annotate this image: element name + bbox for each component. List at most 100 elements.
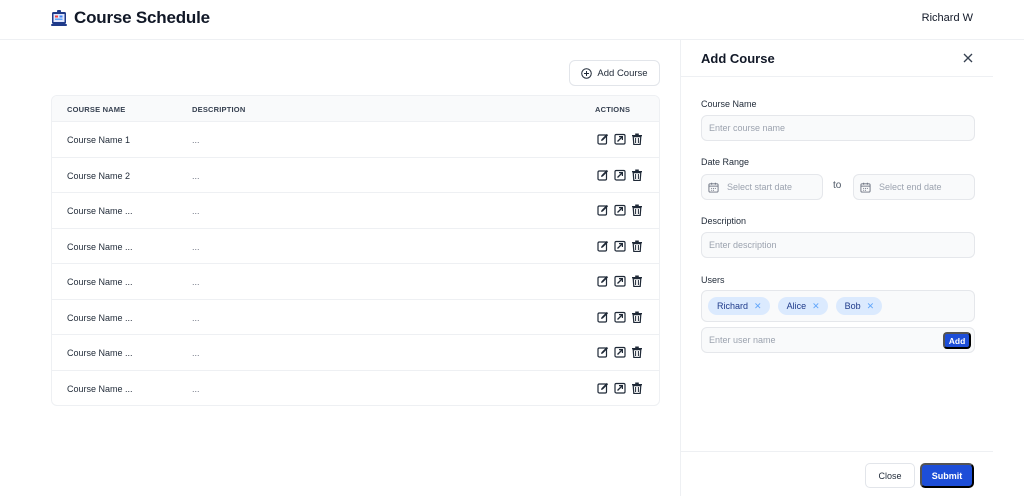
users-chip-list: Richard ✕ Alice ✕ Bob ✕ bbox=[701, 290, 975, 322]
edit-icon[interactable] bbox=[597, 240, 609, 252]
table-row: Course Name ... ... bbox=[52, 371, 659, 406]
row-actions bbox=[597, 204, 643, 216]
start-date-input[interactable]: Select start date bbox=[701, 174, 823, 200]
plus-circle-icon bbox=[581, 67, 593, 79]
trash-icon[interactable] bbox=[631, 133, 643, 145]
column-header-course-name: COURSE NAME bbox=[67, 105, 126, 114]
course-name-input[interactable]: Enter course name bbox=[701, 115, 975, 141]
course-description-cell: ... bbox=[192, 348, 200, 358]
table-row: Course Name ... ... bbox=[52, 264, 659, 300]
course-description-cell: ... bbox=[192, 135, 200, 145]
table-row: Course Name ... ... bbox=[52, 193, 659, 229]
end-date-placeholder: Select end date bbox=[879, 182, 942, 192]
course-description-cell: ... bbox=[192, 277, 200, 287]
course-name-cell: Course Name 2 bbox=[67, 170, 131, 181]
course-description-cell: ... bbox=[192, 383, 200, 394]
calendar-board-icon bbox=[51, 10, 67, 26]
table-row: Course Name 1 ... bbox=[52, 122, 659, 158]
table-row: Course Name 2 ... bbox=[52, 158, 659, 193]
submit-button[interactable]: Submit bbox=[920, 463, 974, 488]
course-name-label: Course Name bbox=[701, 99, 757, 109]
trash-icon[interactable] bbox=[631, 169, 643, 181]
open-icon[interactable] bbox=[614, 133, 626, 145]
course-name-placeholder: Enter course name bbox=[709, 123, 786, 133]
date-range-label: Date Range bbox=[701, 157, 750, 167]
remove-chip-icon[interactable]: ✕ bbox=[812, 301, 820, 311]
table-row: Course Name ... ... bbox=[52, 229, 659, 264]
add-course-button[interactable]: Add Course bbox=[569, 60, 660, 86]
add-user-button[interactable]: Add bbox=[943, 332, 971, 349]
panel-title: Add Course bbox=[701, 51, 775, 66]
trash-icon[interactable] bbox=[631, 204, 643, 216]
add-user-input[interactable]: Enter user name Add bbox=[701, 327, 975, 353]
add-course-panel: Add Course Course Name Enter course name… bbox=[680, 40, 993, 496]
open-icon[interactable] bbox=[614, 311, 626, 323]
user-chip-label: Richard bbox=[717, 301, 749, 311]
panel-header: Add Course bbox=[681, 40, 993, 77]
column-header-description: DESCRIPTION bbox=[192, 105, 246, 114]
edit-icon[interactable] bbox=[597, 169, 609, 181]
add-user-placeholder: Enter user name bbox=[709, 335, 776, 345]
users-label: Users bbox=[701, 275, 725, 285]
row-actions bbox=[597, 275, 643, 287]
open-icon[interactable] bbox=[614, 382, 626, 394]
user-menu[interactable]: Richard W bbox=[922, 12, 973, 24]
calendar-icon bbox=[860, 182, 871, 193]
course-description-cell: ... bbox=[192, 206, 200, 216]
row-actions bbox=[597, 346, 643, 358]
course-name-cell: Course Name ... bbox=[67, 312, 133, 323]
course-table: COURSE NAME DESCRIPTION ACTIONS Course N… bbox=[51, 95, 660, 406]
calendar-icon bbox=[708, 182, 719, 193]
close-button[interactable]: Close bbox=[865, 463, 915, 488]
row-actions bbox=[597, 133, 643, 145]
row-actions bbox=[597, 240, 643, 252]
open-icon[interactable] bbox=[614, 346, 626, 358]
table-body: Course Name 1 ... Course Name 2 ... Cour… bbox=[52, 122, 659, 406]
edit-icon[interactable] bbox=[597, 133, 609, 145]
page-title: Course Schedule bbox=[74, 8, 210, 27]
course-name-cell: Course Name ... bbox=[67, 241, 133, 252]
edit-icon[interactable] bbox=[597, 346, 609, 358]
end-date-input[interactable]: Select end date bbox=[853, 174, 975, 200]
user-chip: Bob ✕ bbox=[835, 297, 883, 315]
course-description-cell: ... bbox=[192, 241, 200, 252]
row-actions bbox=[597, 311, 643, 323]
edit-icon[interactable] bbox=[597, 382, 609, 394]
open-icon[interactable] bbox=[614, 240, 626, 252]
course-description-cell: ... bbox=[192, 170, 200, 181]
add-course-label: Add Course bbox=[597, 67, 648, 79]
user-chip-label: Alice bbox=[786, 301, 807, 311]
course-name-cell: Course Name ... bbox=[67, 206, 133, 216]
open-icon[interactable] bbox=[614, 204, 626, 216]
start-date-placeholder: Select start date bbox=[727, 182, 793, 192]
edit-icon[interactable] bbox=[597, 275, 609, 287]
row-actions bbox=[597, 382, 643, 394]
app-header: Course Schedule Richard W bbox=[0, 0, 1024, 40]
table-row: Course Name ... ... bbox=[52, 335, 659, 371]
row-actions bbox=[597, 169, 643, 181]
close-icon[interactable] bbox=[963, 53, 973, 63]
course-name-cell: Course Name 1 bbox=[67, 135, 131, 145]
user-chip-label: Bob bbox=[844, 301, 861, 311]
trash-icon[interactable] bbox=[631, 275, 643, 287]
table-header: COURSE NAME DESCRIPTION ACTIONS bbox=[52, 96, 659, 122]
trash-icon[interactable] bbox=[631, 382, 643, 394]
course-name-cell: Course Name ... bbox=[67, 383, 133, 394]
date-separator: to bbox=[833, 180, 842, 191]
open-icon[interactable] bbox=[614, 275, 626, 287]
description-label: Description bbox=[701, 216, 747, 226]
table-row: Course Name ... ... bbox=[52, 300, 659, 335]
column-header-actions: ACTIONS bbox=[595, 105, 631, 114]
remove-chip-icon[interactable]: ✕ bbox=[867, 301, 875, 311]
edit-icon[interactable] bbox=[597, 204, 609, 216]
description-placeholder: Enter description bbox=[709, 240, 777, 250]
remove-chip-icon[interactable]: ✕ bbox=[754, 301, 762, 311]
open-icon[interactable] bbox=[614, 169, 626, 181]
trash-icon[interactable] bbox=[631, 311, 643, 323]
description-input[interactable]: Enter description bbox=[701, 232, 975, 258]
user-chip: Richard ✕ bbox=[708, 297, 770, 315]
course-name-cell: Course Name ... bbox=[67, 277, 133, 287]
trash-icon[interactable] bbox=[631, 240, 643, 252]
trash-icon[interactable] bbox=[631, 346, 643, 358]
edit-icon[interactable] bbox=[597, 311, 609, 323]
